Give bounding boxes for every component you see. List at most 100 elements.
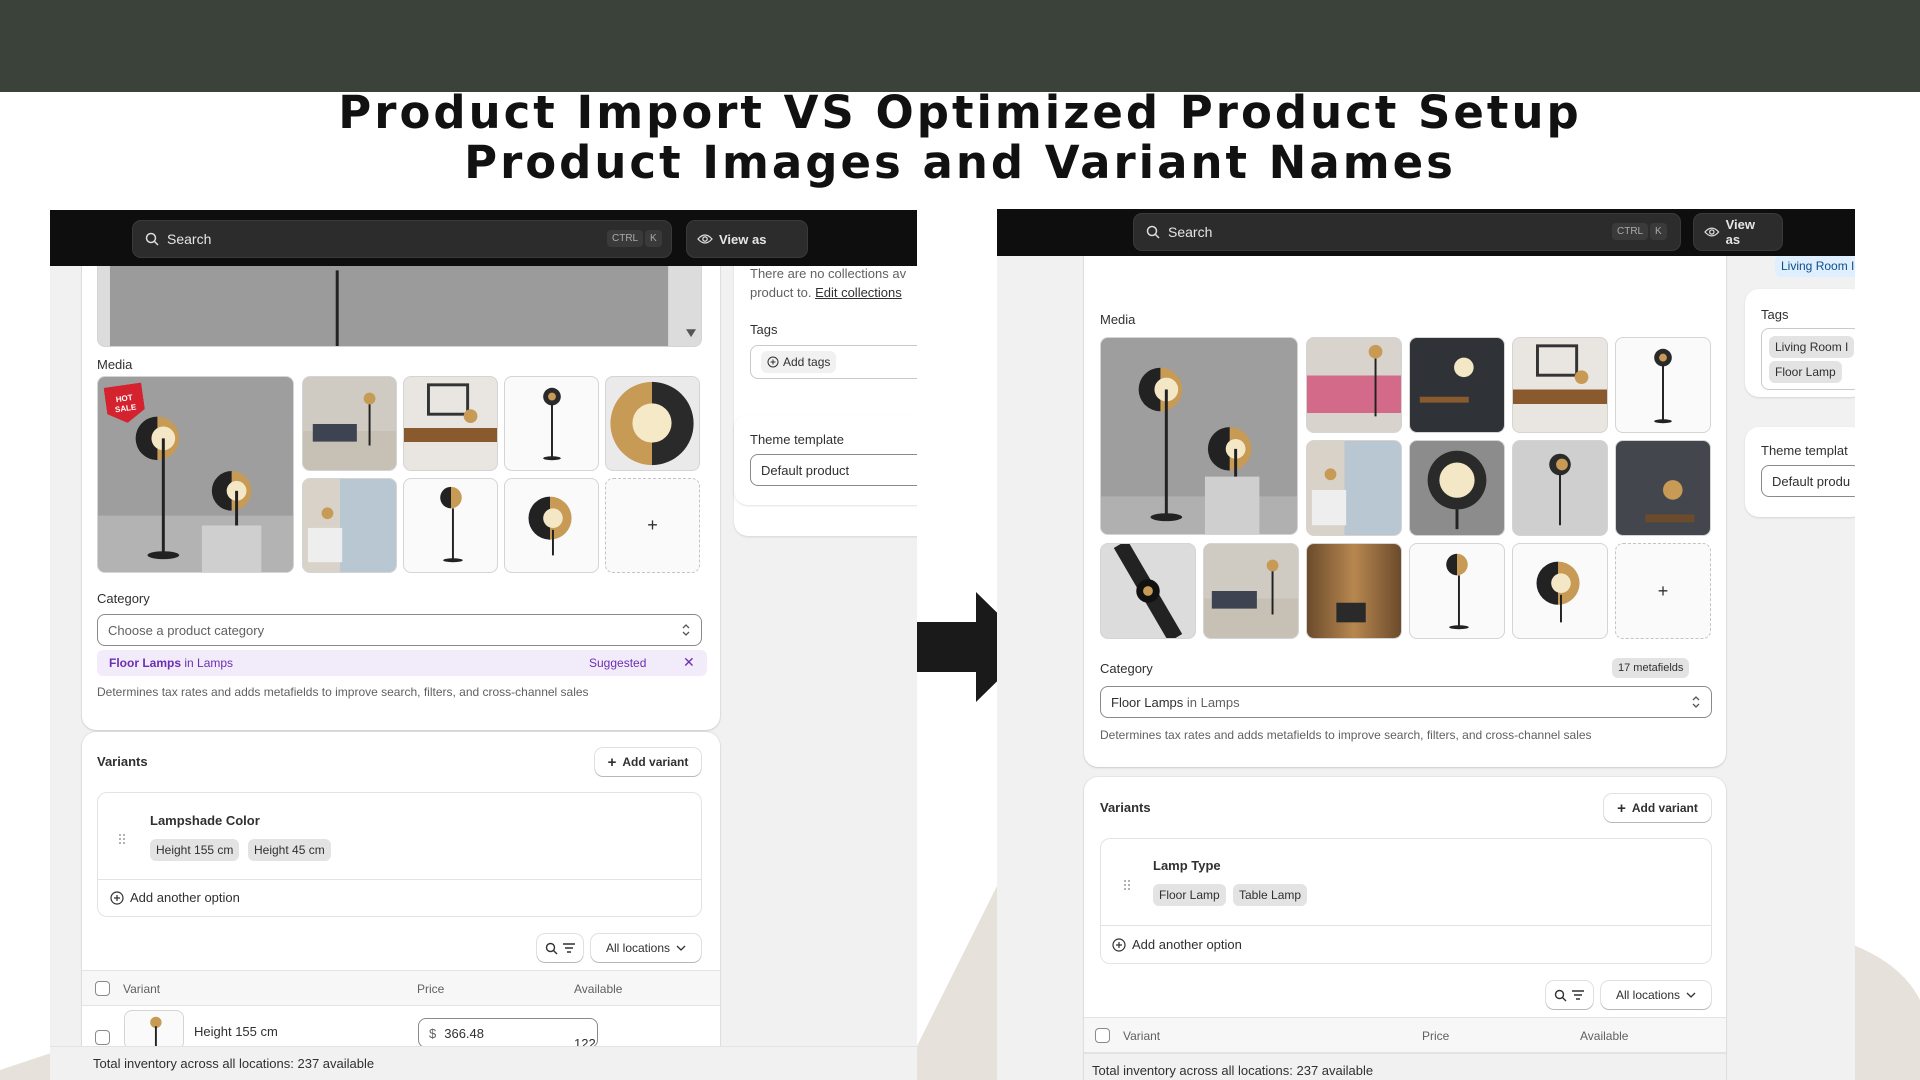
category-select[interactable]: Floor Lamps in Lamps [1100, 686, 1712, 718]
media-thumb-main[interactable] [1100, 337, 1298, 535]
option-box: Lamp Type Floor Lamp Table Lamp Add anot… [1100, 838, 1712, 964]
search-bar[interactable]: Search CTRL K [1133, 213, 1681, 251]
add-another-option-button[interactable]: Add another option [110, 890, 240, 905]
price-input[interactable]: $366.48 [418, 1018, 598, 1048]
media-thumb-bedroom[interactable] [1306, 440, 1402, 536]
row-checkbox[interactable] [95, 1030, 110, 1045]
media-thumb-floor-lamp-dimensions[interactable] [403, 478, 498, 573]
category-select[interactable]: Choose a product category [97, 614, 702, 646]
category-value-rest: in Lamps [1183, 694, 1240, 710]
add-media-button[interactable]: + [1615, 543, 1711, 639]
media-thumb-table-lamp-dimensions[interactable] [1512, 543, 1608, 639]
variant-thumb [124, 1010, 184, 1050]
column-available: Available [574, 982, 623, 996]
theme-template-select[interactable]: Default product [750, 454, 917, 486]
media-thumb-lamp-grey[interactable] [1512, 440, 1608, 536]
search-placeholder: Search [1168, 224, 1213, 240]
drag-handle-icon[interactable] [118, 833, 126, 845]
add-tags-chip[interactable]: Add tags [761, 351, 837, 373]
media-thumb-lamp-white[interactable] [504, 376, 599, 471]
all-locations-select[interactable]: All locations [1601, 981, 1711, 1009]
category-help-text: Determines tax rates and adds metafields… [97, 685, 589, 699]
view-as-button[interactable]: View as [686, 220, 808, 258]
option-name[interactable]: Lampshade Color [150, 813, 260, 828]
table-row[interactable]: Height 155 cm $366.48 122 [82, 1006, 720, 1051]
column-variant: Variant [1123, 1029, 1161, 1043]
plus-circle-icon [1112, 937, 1126, 952]
category-help-text: Determines tax rates and adds metafields… [1100, 728, 1592, 742]
search-icon [145, 232, 159, 246]
eye-icon [697, 234, 713, 244]
option-box: Lampshade Color Height 155 cm Height 45 … [97, 792, 702, 917]
column-variant: Variant [123, 982, 161, 996]
chevron-up-down-icon [682, 624, 690, 636]
media-thumb-pink-chair[interactable] [1306, 337, 1402, 433]
option-name[interactable]: Lamp Type [1153, 858, 1221, 873]
column-price: Price [417, 982, 445, 996]
tag-chip: Living Room I [1769, 336, 1855, 358]
drag-handle-icon[interactable] [1123, 879, 1131, 891]
search-filter-button[interactable] [1546, 981, 1593, 1009]
media-thumb-desk[interactable] [403, 376, 498, 471]
add-media-button[interactable]: + [605, 478, 700, 573]
category-suggestion-bar[interactable]: Floor Lamps in Lamps Suggested ✕ [97, 650, 707, 676]
media-thumb-wood-panel[interactable] [1306, 543, 1402, 639]
tags-field[interactable]: Add tags [750, 345, 917, 379]
media-label: Media [1100, 312, 1136, 327]
theme-template-label: Theme template [750, 432, 844, 447]
media-thumb-dark-table[interactable] [1615, 440, 1711, 536]
theme-template-label: Theme templat [1761, 443, 1848, 458]
dismiss-suggestion-icon[interactable]: ✕ [683, 654, 695, 671]
select-all-checkbox[interactable] [1095, 1028, 1110, 1043]
tags-label: Tags [750, 322, 778, 337]
variant-table-header: Variant Price Available [1084, 1017, 1726, 1053]
view-as-button[interactable]: View as [1693, 213, 1783, 251]
shortcut-k: K [645, 230, 662, 247]
media-thumb-dark-office[interactable] [1409, 337, 1505, 433]
media-thumb-shade-front[interactable] [1409, 440, 1505, 536]
suggested-label: Suggested [589, 656, 647, 670]
add-variant-button[interactable]: + Add variant [1604, 794, 1711, 822]
plus-icon: + [1617, 799, 1626, 817]
edit-collections-link[interactable]: Edit collections [815, 285, 902, 300]
after-admin-screenshot: Living Room I Tags Living Room I Floor L… [997, 209, 1855, 1080]
chevron-down-icon [1686, 992, 1696, 998]
before-admin-screenshot: There are no collections av product to. … [50, 210, 917, 1080]
media-thumb-living-room[interactable] [1203, 543, 1299, 639]
option-value-chip: Table Lamp [1233, 884, 1308, 906]
variants-label: Variants [1100, 800, 1151, 815]
add-another-option-button[interactable]: Add another option [1112, 937, 1242, 952]
option-value-chip: Height 155 cm [150, 839, 240, 861]
media-thumb-lamp-white[interactable] [1615, 337, 1711, 433]
metafields-badge[interactable]: 17 metafields [1612, 658, 1690, 678]
tags-field[interactable]: Living Room I Floor Lamp [1761, 328, 1855, 390]
collections-text-2: product to. Edit collections [750, 285, 902, 300]
media-thumb-joint-closeup[interactable] [1100, 543, 1196, 639]
column-available: Available [1580, 1029, 1629, 1043]
search-filter-button[interactable] [537, 934, 583, 962]
filter-icon [562, 943, 575, 953]
admin-top-bar: Search CTRL K View as [997, 209, 1855, 256]
filter-icon [1572, 990, 1584, 1000]
admin-top-bar: Search CTRL K View as [50, 210, 917, 266]
all-locations-select[interactable]: All locations [591, 934, 701, 962]
add-variant-button[interactable]: + Add variant [595, 748, 701, 776]
media-thumb-table-lamp-dimensions[interactable] [504, 478, 599, 573]
tags-label: Tags [1761, 307, 1789, 322]
media-thumb-living-room[interactable] [302, 376, 397, 471]
search-placeholder: Search [167, 231, 212, 247]
inventory-footer: Total inventory across all locations: 23… [1084, 1053, 1726, 1080]
select-all-checkbox[interactable] [95, 981, 110, 996]
column-price: Price [1422, 1029, 1450, 1043]
plus-circle-icon [767, 356, 779, 368]
media-thumb-main[interactable]: HOT SALE [97, 376, 294, 573]
media-thumb-desk[interactable] [1512, 337, 1608, 433]
media-thumb-shade-closeup[interactable] [605, 376, 700, 471]
suggestion-main: Floor Lamps [109, 656, 182, 670]
media-thumb-bedroom[interactable] [302, 478, 397, 573]
search-icon [545, 942, 557, 954]
media-thumb-floor-lamp-dimensions[interactable] [1409, 543, 1505, 639]
search-bar[interactable]: Search CTRL K [132, 220, 672, 258]
shortcut-ctrl: CTRL [607, 230, 644, 247]
theme-template-select[interactable]: Default produ [1761, 465, 1855, 497]
